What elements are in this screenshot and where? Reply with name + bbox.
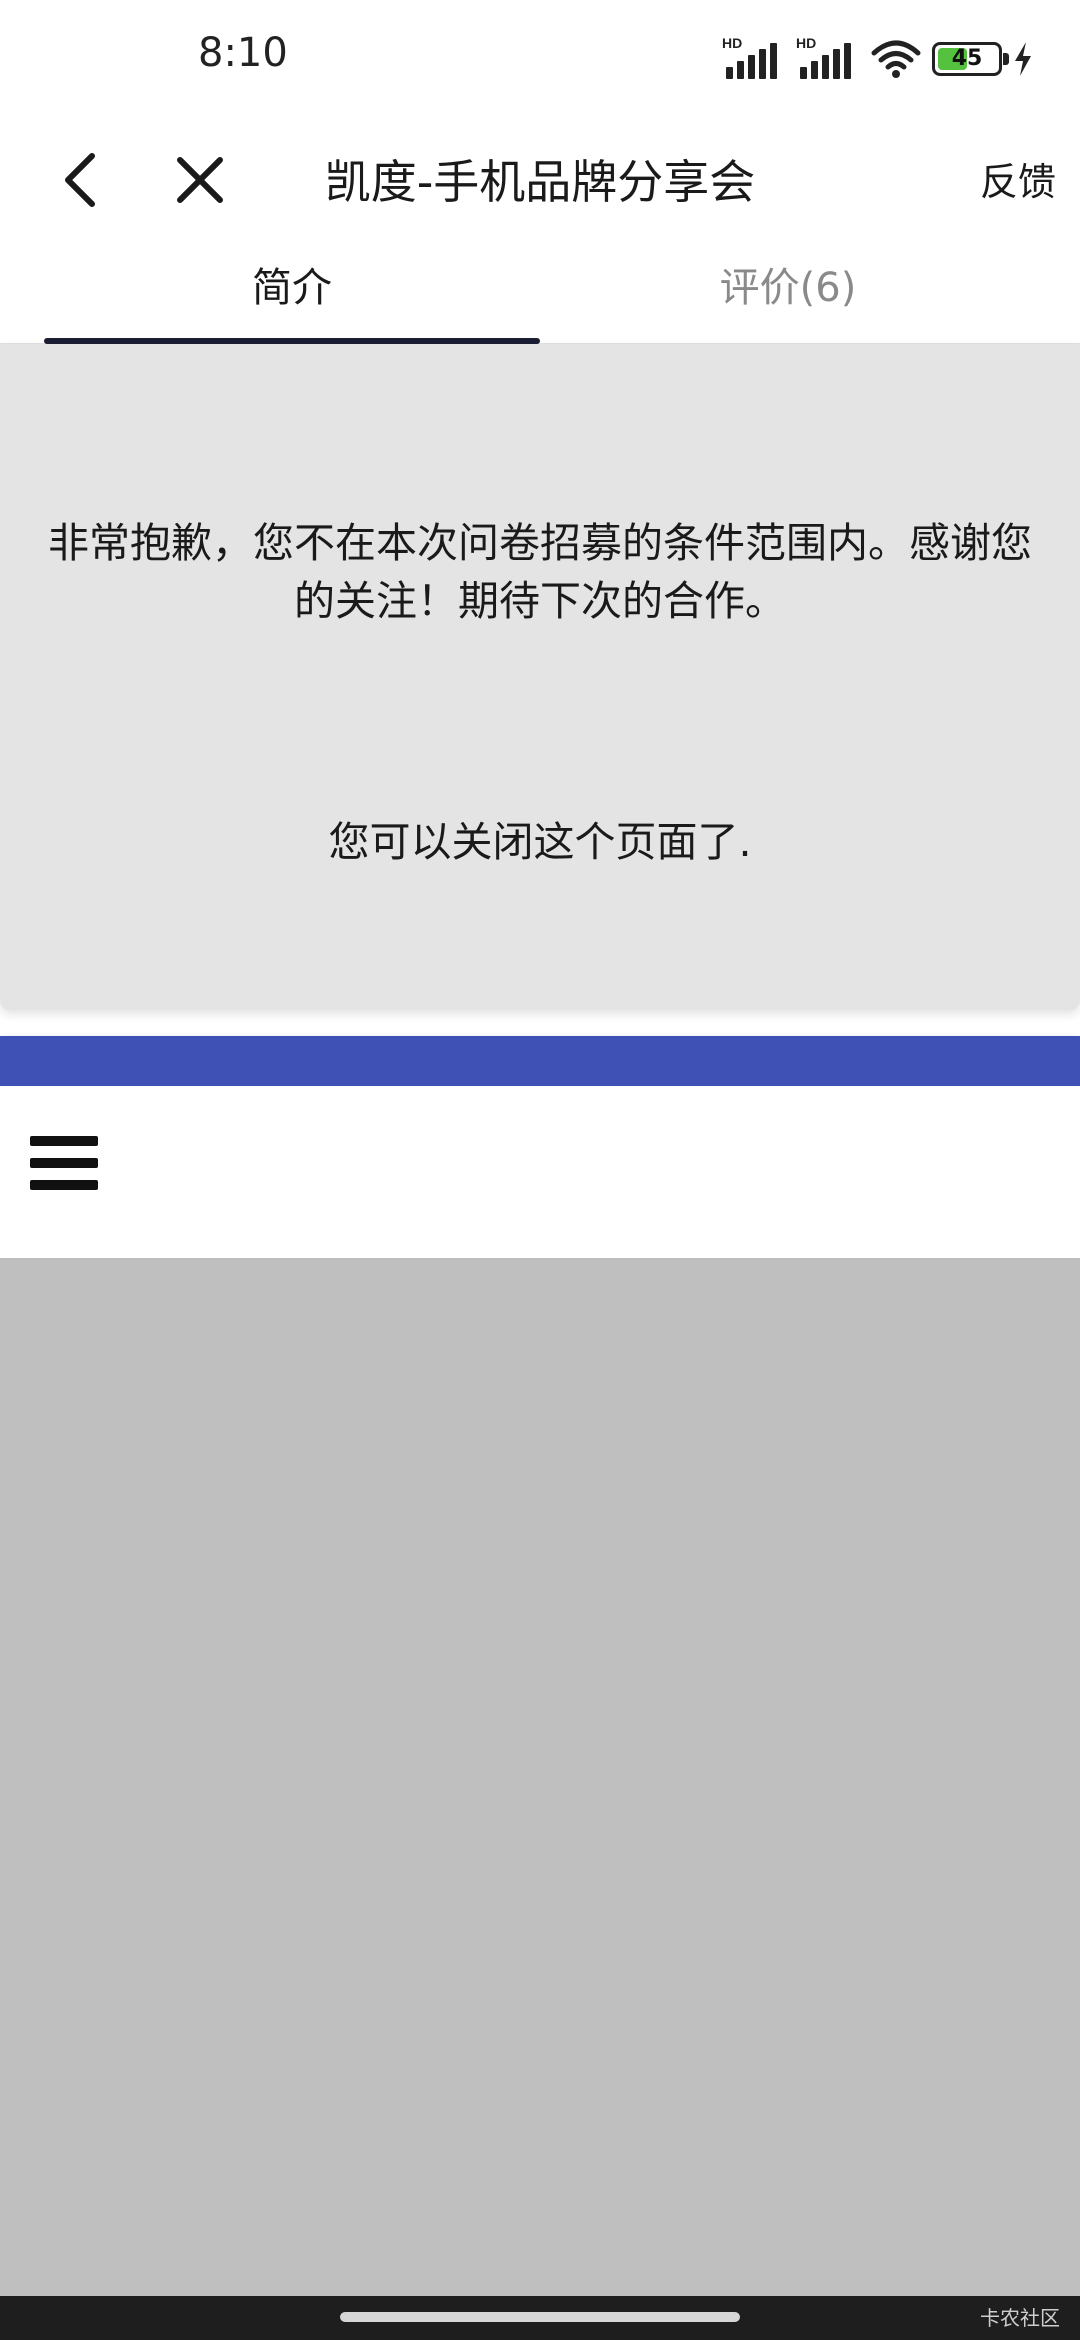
status-bar: 8:10 HD HD 45 (0, 0, 1080, 118)
back-button[interactable] (50, 140, 110, 220)
survey-content-area (0, 1258, 1080, 2296)
app-screen: 8:10 HD HD 45 凯度-手机品牌分享会 反馈 简介 评价(6) 非常抱… (0, 0, 1080, 2340)
message-card: 非常抱歉，您不在本次问卷招募的条件范围内。感谢您的关注！期待下次的合作。 您可以… (0, 344, 1080, 1010)
watermark: 卡农社区 (980, 2306, 1060, 2330)
close-button[interactable] (168, 140, 232, 220)
page-title: 凯度-手机品牌分享会 (324, 155, 756, 209)
signal-icon: HD (796, 35, 860, 79)
feedback-button[interactable]: 反馈 (980, 118, 1056, 246)
nav-bar: 凯度-手机品牌分享会 反馈 (0, 118, 1080, 246)
survey-header-band (0, 1036, 1080, 1086)
status-icons: HD HD 45 (722, 35, 1034, 80)
chevron-left-icon (65, 153, 95, 207)
close-icon (177, 157, 223, 203)
tab-bar: 简介 评价(6) (0, 246, 1080, 344)
battery-icon: 45 (932, 42, 1009, 76)
close-page-message: 您可以关闭这个页面了. (328, 818, 752, 866)
hamburger-menu-icon[interactable] (30, 1136, 100, 1196)
charging-icon (1015, 42, 1031, 76)
ineligible-message: 非常抱歉，您不在本次问卷招募的条件范围内。感谢您的关注！期待下次的合作。 (48, 519, 1032, 625)
signal-icon: HD (722, 35, 786, 79)
wifi-icon (871, 40, 921, 78)
tab-reviews[interactable]: 评价(6) (540, 246, 1036, 344)
tab-intro[interactable]: 简介 (44, 246, 540, 344)
battery-level: 45 (951, 46, 983, 71)
home-indicator[interactable] (340, 2312, 740, 2322)
system-navigation-bar: 卡农社区 (0, 2296, 1080, 2340)
status-time: 8:10 (198, 30, 288, 76)
survey-toolbar (0, 1086, 1080, 1258)
